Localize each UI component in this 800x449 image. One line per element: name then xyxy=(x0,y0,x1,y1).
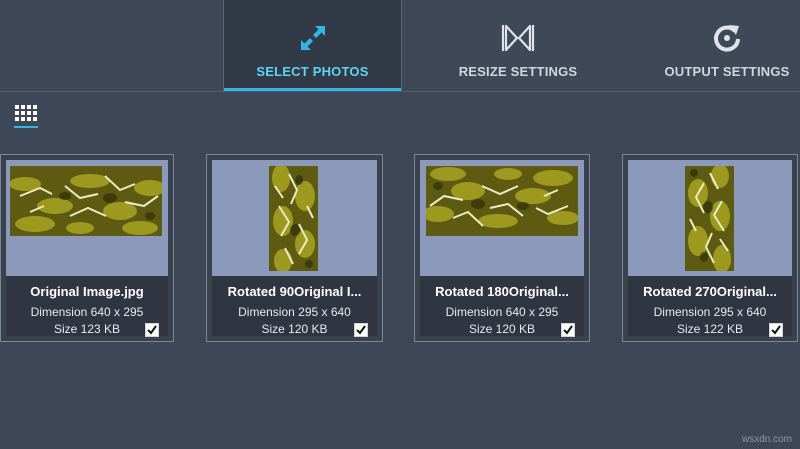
photo-name: Rotated 270Original... xyxy=(643,284,777,299)
photo-size: Size 123 KB xyxy=(53,322,121,336)
checkmark-icon xyxy=(563,325,573,335)
tab-resize-settings[interactable]: RESIZE SETTINGS xyxy=(440,0,596,91)
photo-info: Original Image.jpg Dimension 640 x 295 S… xyxy=(6,276,168,337)
photo-thumbnail xyxy=(10,166,162,236)
expand-arrows-icon xyxy=(297,20,329,56)
checkmark-icon xyxy=(771,325,781,335)
resize-bowtie-icon xyxy=(500,20,536,56)
photo-card[interactable]: Rotated 90Original I... Dimension 295 x … xyxy=(206,154,383,342)
photo-dimension: Dimension 295 x 640 xyxy=(238,305,351,319)
view-toggle-underline xyxy=(14,126,38,128)
tab-label: SELECT PHOTOS xyxy=(256,64,369,79)
checkmark-icon xyxy=(147,325,157,335)
photo-card[interactable]: Rotated 180Original... Dimension 640 x 2… xyxy=(414,154,590,342)
photo-dimension: Dimension 640 x 295 xyxy=(445,305,559,319)
tab-select-photos[interactable]: SELECT PHOTOS xyxy=(223,0,402,91)
photo-select-checkbox[interactable] xyxy=(354,323,368,337)
photo-name: Rotated 90Original I... xyxy=(227,284,362,299)
grid-view-toggle[interactable] xyxy=(14,105,38,130)
photo-select-checkbox[interactable] xyxy=(769,323,783,337)
photo-info: Rotated 180Original... Dimension 640 x 2… xyxy=(420,276,584,337)
top-toolbar: SELECT PHOTOS RESIZE SETTINGS OUTPUT SET… xyxy=(0,0,800,92)
photo-dimension: Dimension 295 x 640 xyxy=(653,305,767,319)
photo-thumbnail xyxy=(269,166,318,271)
refresh-icon xyxy=(711,20,743,56)
photo-card[interactable]: Original Image.jpg Dimension 640 x 295 S… xyxy=(0,154,174,342)
photo-info: Rotated 270Original... Dimension 295 x 6… xyxy=(628,276,792,337)
photo-dimension: Dimension 640 x 295 xyxy=(30,305,144,319)
photo-thumbnail xyxy=(426,166,578,236)
photo-size: Size 120 KB xyxy=(261,322,328,336)
tab-output-settings[interactable]: OUTPUT SETTINGS xyxy=(654,0,800,91)
grid-view-icon xyxy=(15,105,37,121)
photo-preview xyxy=(212,160,377,276)
watermark: wsxdn.com xyxy=(741,434,792,445)
photo-thumbnail xyxy=(685,166,734,271)
tab-label: OUTPUT SETTINGS xyxy=(664,64,790,79)
tab-label: RESIZE SETTINGS xyxy=(458,64,578,79)
photo-card[interactable]: Rotated 270Original... Dimension 295 x 6… xyxy=(622,154,798,342)
photo-info: Rotated 90Original I... Dimension 295 x … xyxy=(212,276,377,337)
photo-select-checkbox[interactable] xyxy=(561,323,575,337)
photo-name: Rotated 180Original... xyxy=(435,284,569,299)
photo-name: Original Image.jpg xyxy=(30,284,144,299)
photo-preview xyxy=(6,160,168,276)
photo-preview xyxy=(628,160,792,276)
photo-select-checkbox[interactable] xyxy=(145,323,159,337)
photo-size: Size 120 KB xyxy=(468,322,536,336)
checkmark-icon xyxy=(356,325,366,335)
active-tab-indicator xyxy=(224,88,401,91)
photo-size: Size 122 KB xyxy=(676,322,744,336)
photo-preview xyxy=(420,160,584,276)
